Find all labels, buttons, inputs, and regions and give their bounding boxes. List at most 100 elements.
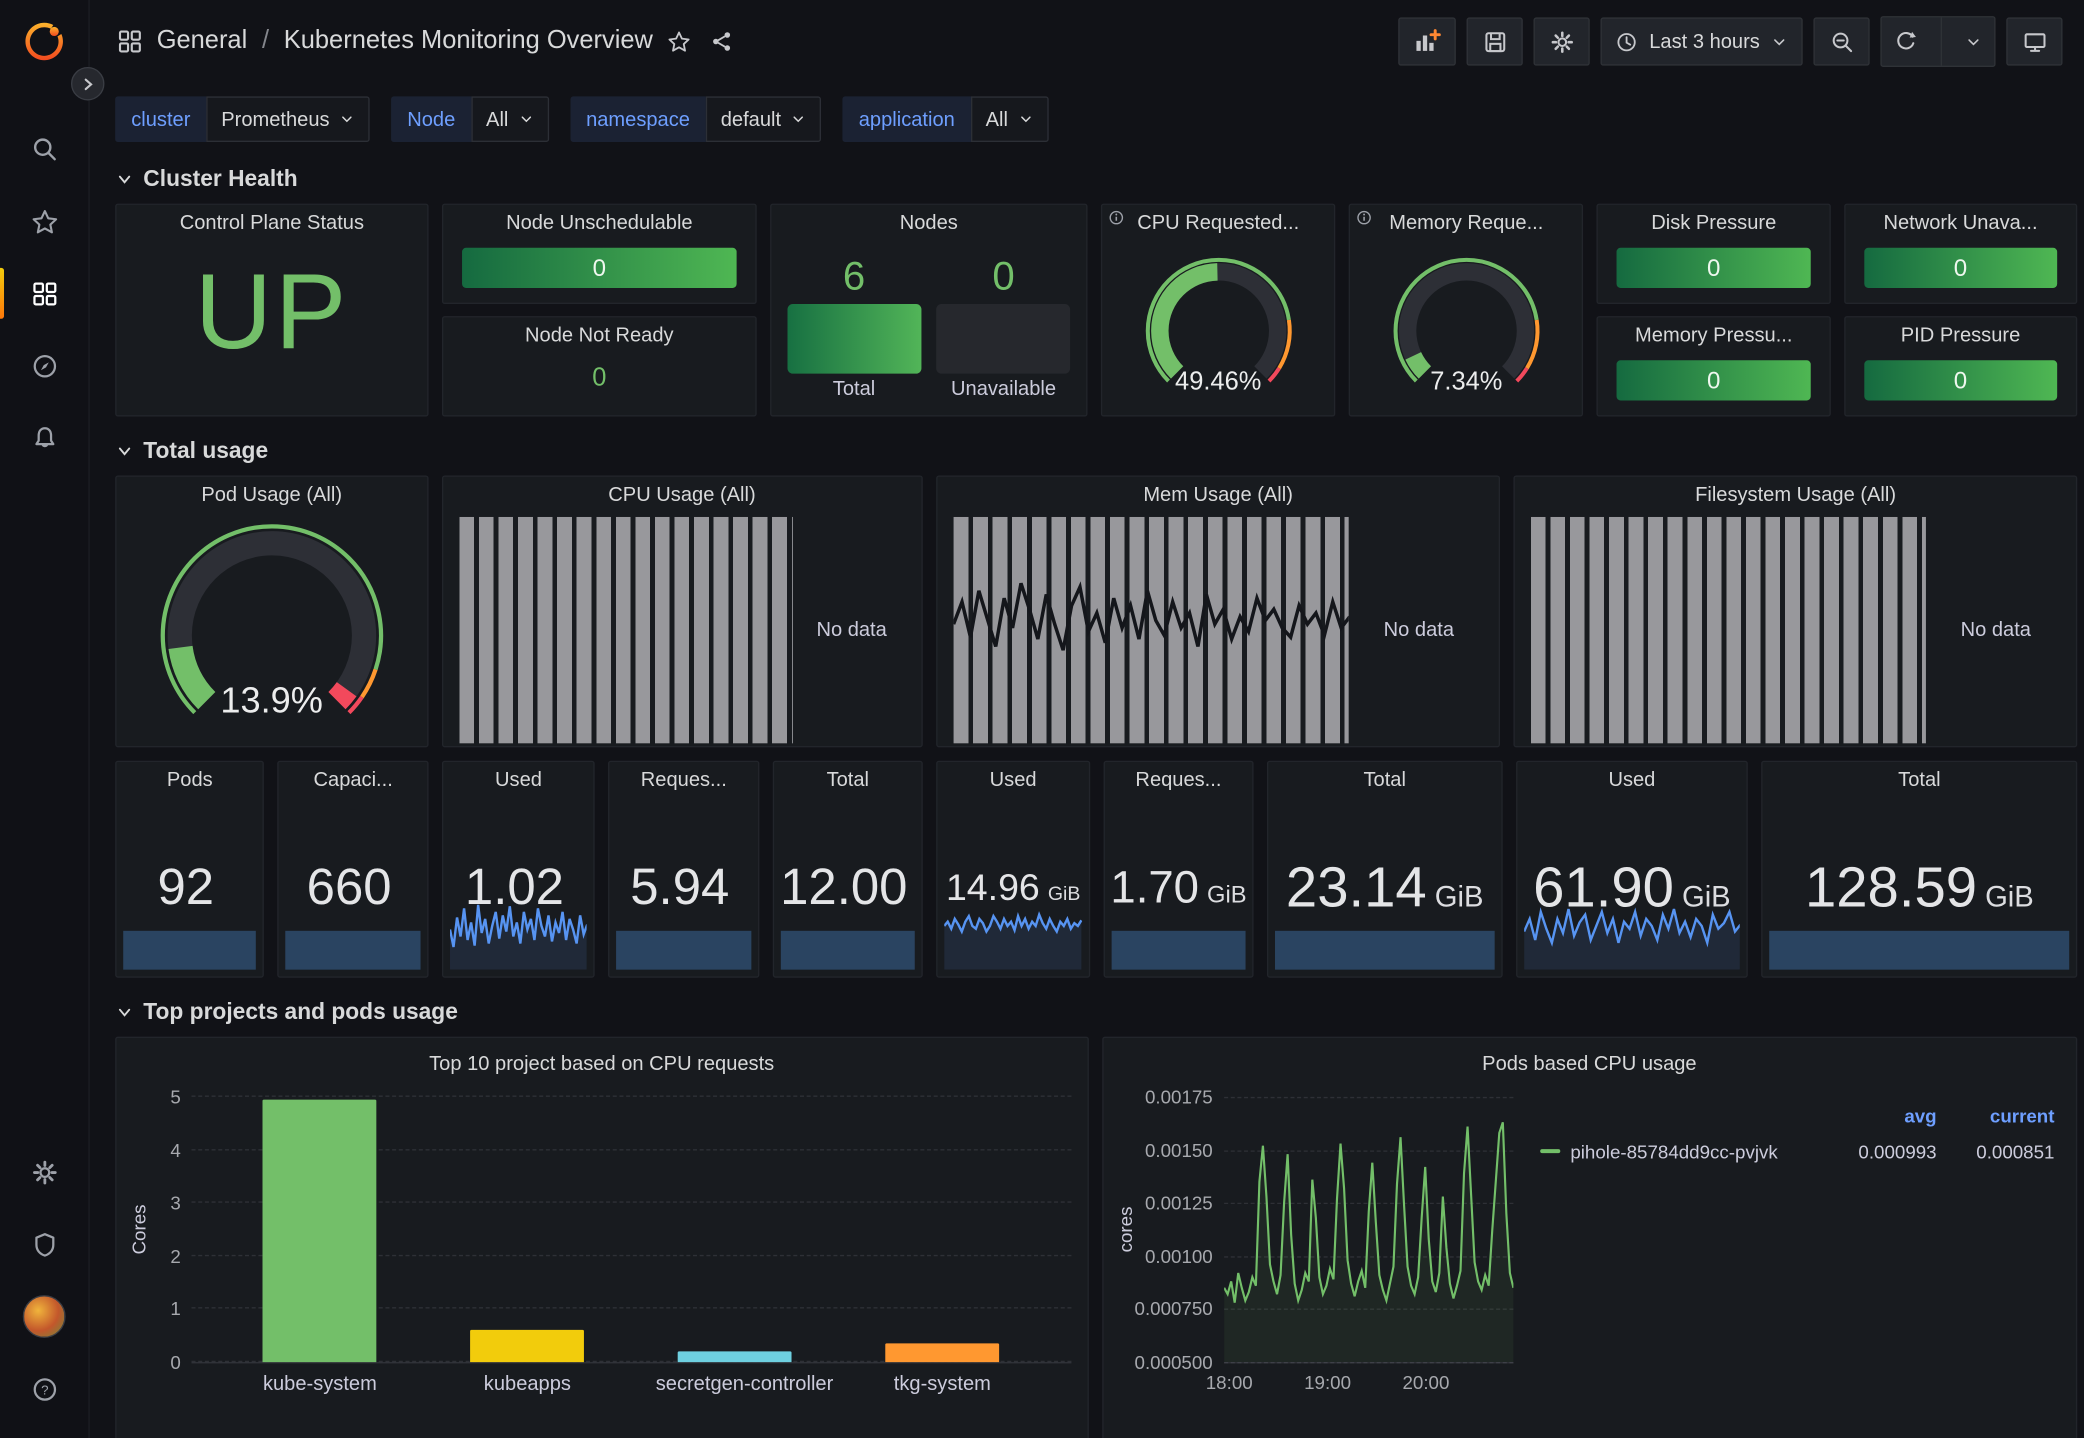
time-range-picker[interactable]: Last 3 hours: [1601, 17, 1803, 65]
breadcrumb-separator: /: [261, 27, 271, 56]
stat-bar: [617, 931, 752, 970]
sidebar-item-alerting[interactable]: [0, 402, 88, 474]
nodes-unavailable-group: 0 Unavailable: [937, 254, 1071, 400]
dashboard-settings-button[interactable]: [1534, 17, 1590, 65]
panel-control-plane-status: Control Plane Status UP: [115, 204, 428, 417]
panel-title[interactable]: Total: [1268, 762, 1500, 800]
sidebar-item-starred[interactable]: [0, 185, 88, 257]
panel-title[interactable]: Used: [443, 762, 594, 800]
cpu-requested-value: 49.46%: [1102, 368, 1334, 397]
panel-title[interactable]: Node Not Ready: [443, 317, 755, 355]
sidebar-expand-button[interactable]: [71, 67, 104, 100]
share-dashboard-button[interactable]: [709, 29, 733, 53]
panel-title[interactable]: Total: [774, 762, 922, 800]
refresh-dashboard-button[interactable]: [1882, 17, 1930, 65]
no-data-label: No data: [1926, 619, 2065, 642]
refresh-button-group: [1880, 16, 1995, 67]
bar-series: [192, 1097, 1071, 1362]
panel-title[interactable]: Reques...: [610, 762, 758, 800]
variable-namespace-value[interactable]: default: [706, 96, 821, 142]
panel-title[interactable]: Node Unschedulable: [443, 205, 755, 243]
panel-memory-pressure: Memory Pressu... 0: [1597, 316, 1830, 416]
panel-fs-total: Total 128.59GiB: [1762, 761, 2078, 978]
sidebar-item-profile[interactable]: [0, 1280, 88, 1352]
grafana-logo[interactable]: [0, 0, 88, 83]
y-axis-tick-label: 0.00100: [1145, 1245, 1213, 1266]
section-cluster-health[interactable]: Cluster Health: [115, 158, 297, 204]
sidebar-item-dashboards[interactable]: [0, 257, 88, 329]
panel-title[interactable]: PID Pressure: [1845, 317, 2076, 355]
stat-value: 1.70GiB: [1110, 865, 1246, 911]
panel-title[interactable]: Control Plane Status: [117, 205, 428, 243]
stat-value: 0: [593, 254, 606, 282]
bar-tkg-system[interactable]: [885, 1344, 999, 1363]
nodes-unavailable-value: 0: [992, 254, 1014, 300]
sidebar-item-search[interactable]: [0, 113, 88, 185]
panel-info-corner[interactable]: [1108, 209, 1125, 226]
sidebar-item-configuration[interactable]: [0, 1136, 88, 1208]
sidebar-item-explore[interactable]: [0, 329, 88, 401]
stat-value: 61.90GiB: [1533, 860, 1731, 916]
panel-title[interactable]: Top 10 project based on CPU requests: [117, 1046, 1087, 1084]
panel-title[interactable]: Used: [938, 762, 1089, 800]
time-series-plot[interactable]: [1223, 1097, 1512, 1364]
panel-title[interactable]: Total: [1763, 762, 2076, 800]
bar-secretgen-controller[interactable]: [678, 1351, 792, 1362]
stat-value: 23.14GiB: [1286, 860, 1484, 916]
dashboard-content: Cluster Health Control Plane Status UP N…: [90, 158, 2084, 1438]
panel-title[interactable]: Nodes: [771, 205, 1086, 243]
star-dashboard-button[interactable]: [666, 29, 690, 53]
legend-header-current[interactable]: current: [1937, 1104, 2055, 1125]
kiosk-mode-button[interactable]: [2006, 17, 2062, 65]
panel-title[interactable]: Filesystem Usage (All): [1515, 477, 2076, 515]
y-axis-label: cores: [1114, 1097, 1138, 1362]
panel-title[interactable]: CPU Requested...: [1102, 205, 1334, 243]
panel-title[interactable]: Used: [1517, 762, 1747, 800]
stat-value: 0: [1707, 366, 1720, 394]
bar-kube-system[interactable]: [263, 1100, 377, 1363]
zoom-out-time-button[interactable]: [1813, 17, 1869, 65]
breadcrumb-folder[interactable]: General: [157, 27, 248, 56]
template-variables-bar: cluster Prometheus Node All na: [90, 83, 2084, 158]
time-range-label: Last 3 hours: [1649, 30, 1760, 53]
y-axis-tick-label: 4: [170, 1139, 180, 1160]
panel-title[interactable]: Pods based CPU usage: [1103, 1046, 2076, 1084]
legend-header-avg[interactable]: avg: [1819, 1104, 1937, 1125]
panel-info-corner[interactable]: [1356, 209, 1373, 226]
panel-title[interactable]: Network Unava...: [1845, 205, 2076, 243]
mem-usage-line: [953, 517, 1349, 743]
panel-title[interactable]: Pod Usage (All): [117, 477, 427, 515]
section-top-projects[interactable]: Top projects and pods usage: [115, 991, 458, 1037]
bar-kubeapps[interactable]: [470, 1330, 584, 1362]
y-axis-tick-label: 0.00150: [1145, 1139, 1213, 1160]
panel-title[interactable]: Capaci...: [279, 762, 427, 800]
gear-icon: [1549, 29, 1574, 54]
panel-title[interactable]: Disk Pressure: [1598, 205, 1829, 243]
save-dashboard-button[interactable]: [1467, 17, 1523, 65]
variable-node-value[interactable]: All: [471, 96, 548, 142]
variable-application-value[interactable]: All: [971, 96, 1048, 142]
legend-series-name[interactable]: pihole-85784dd9cc-pvjvk: [1540, 1140, 1819, 1161]
sidebar-item-help[interactable]: ?: [0, 1353, 88, 1425]
refresh-interval-dropdown[interactable]: [1953, 17, 1995, 65]
variable-cluster-label: cluster: [115, 96, 206, 142]
panel-cpu-total: Total 12.00: [773, 761, 924, 978]
stat-bar: [1275, 931, 1494, 970]
breadcrumb-title[interactable]: Kubernetes Monitoring Overview: [284, 27, 653, 56]
add-panel-icon: [1414, 28, 1442, 55]
button-divider: [1941, 17, 1942, 65]
section-total-usage[interactable]: Total usage: [115, 430, 268, 476]
panel-title[interactable]: CPU Usage (All): [443, 477, 921, 515]
bar-chart-plot[interactable]: [192, 1097, 1071, 1364]
panel-title[interactable]: Mem Usage (All): [937, 477, 1499, 515]
panel-title[interactable]: Reques...: [1104, 762, 1252, 800]
panel-title[interactable]: Memory Pressu...: [1598, 317, 1829, 355]
panel-pods-cpu-usage: Pods based CPU usage cores 0.00175 0.0015…: [1102, 1037, 2078, 1438]
y-axis-tick-label: 0.00175: [1145, 1086, 1213, 1107]
add-panel-button[interactable]: [1399, 17, 1457, 65]
panel-title[interactable]: Memory Reque...: [1350, 205, 1582, 243]
filesystem-usage-bar-series: [1531, 517, 1926, 743]
variable-cluster-value[interactable]: Prometheus: [207, 96, 370, 142]
panel-title[interactable]: Pods: [117, 762, 264, 800]
sidebar-item-server-admin[interactable]: [0, 1208, 88, 1280]
